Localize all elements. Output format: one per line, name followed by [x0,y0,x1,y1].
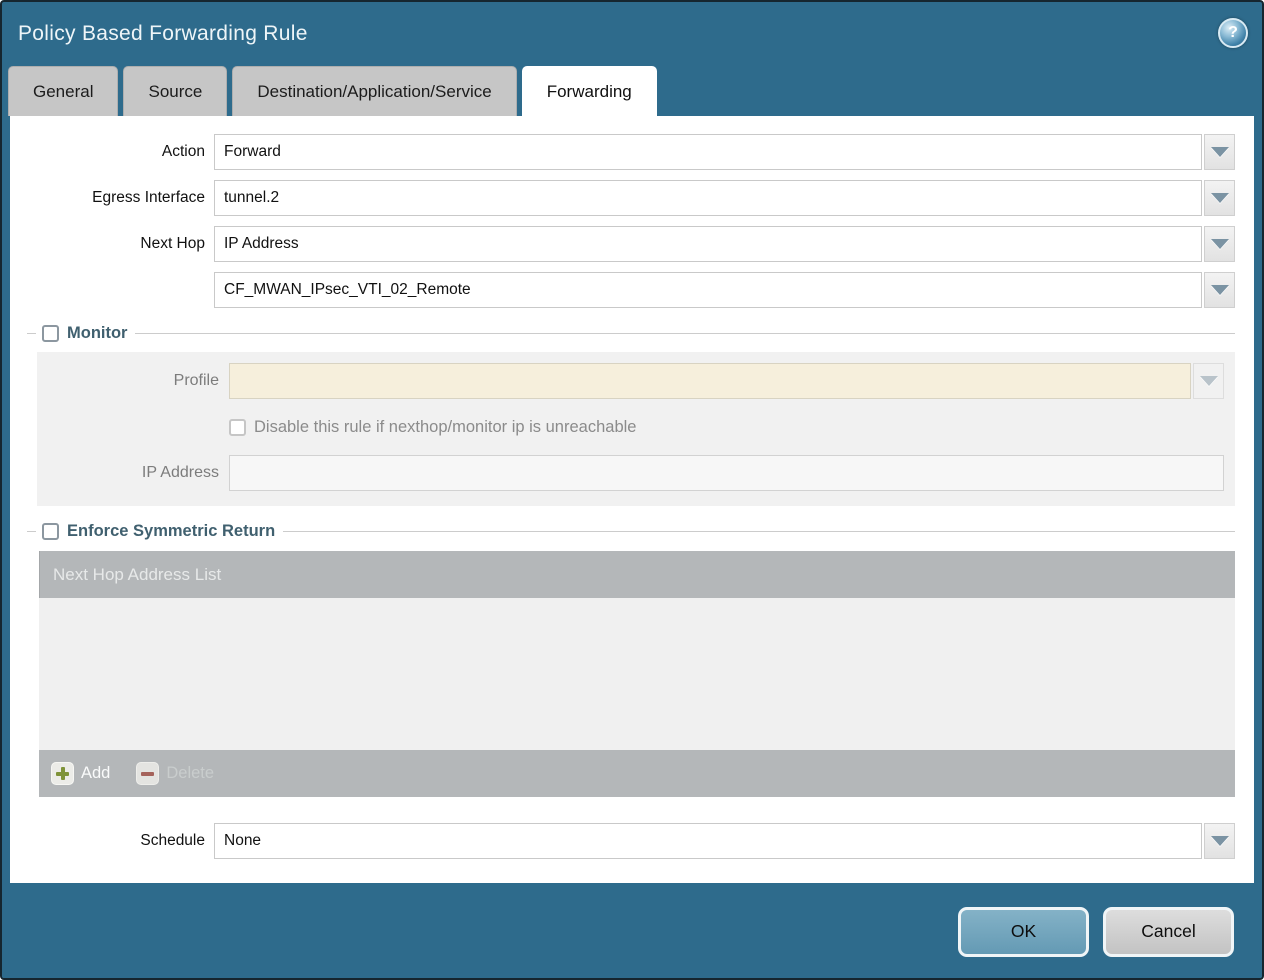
next-hop-row: Next Hop IP Address [10,226,1254,262]
next-hop-address-table: Next Hop Address List Add Delete [39,551,1235,797]
egress-interface-row: Egress Interface tunnel.2 [10,180,1254,216]
minus-icon [136,762,159,785]
tab-general[interactable]: General [8,66,118,116]
next-hop-address-row: CF_MWAN_IPsec_VTI_02_Remote [10,272,1254,308]
dialog-title: Policy Based Forwarding Rule [18,22,308,46]
next-hop-address-dropdown-button[interactable] [1204,272,1235,308]
next-hop-type-select[interactable]: IP Address [214,226,1202,262]
dialog-titlebar: Policy Based Forwarding Rule ? [2,2,1262,66]
monitor-legend: Monitor [27,324,1235,343]
tab-strip: General Source Destination/Application/S… [2,66,1262,116]
add-button[interactable]: Add [51,762,110,785]
enforce-symmetric-return-section: Enforce Symmetric Return Next Hop Addres… [27,522,1235,797]
egress-interface-dropdown-button[interactable] [1204,180,1235,216]
tab-source[interactable]: Source [123,66,227,116]
next-hop-address-table-body[interactable] [39,598,1235,750]
monitor-panel: Profile Disable this rule if nexthop/mon… [37,352,1235,506]
chevron-down-icon [1211,193,1229,203]
action-row: Action Forward [10,134,1254,170]
next-hop-label: Next Hop [10,235,214,253]
action-select[interactable]: Forward [214,134,1202,170]
next-hop-address-table-header: Next Hop Address List [39,551,1235,598]
delete-button: Delete [136,762,214,785]
action-dropdown-button[interactable] [1204,134,1235,170]
profile-select [229,363,1191,399]
divider [27,531,36,532]
next-hop-address-select[interactable]: CF_MWAN_IPsec_VTI_02_Remote [214,272,1202,308]
schedule-label: Schedule [10,832,214,850]
chevron-down-icon [1211,147,1229,157]
schedule-dropdown-button[interactable] [1204,823,1235,859]
chevron-down-icon [1211,285,1229,295]
schedule-row: Schedule None [10,823,1254,859]
chevron-down-icon [1211,239,1229,249]
help-icon[interactable]: ? [1218,18,1248,48]
egress-interface-label: Egress Interface [10,189,214,207]
disable-rule-checkbox [229,419,246,436]
monitor-legend-label: Monitor [67,324,127,343]
pbf-rule-dialog: Policy Based Forwarding Rule ? General S… [0,0,1264,980]
plus-icon [51,762,74,785]
monitor-ip-input [229,455,1224,491]
egress-interface-select[interactable]: tunnel.2 [214,180,1202,216]
forwarding-tab-panel: Action Forward Egress Interface tunnel.2… [10,116,1254,883]
profile-dropdown-button [1193,363,1224,399]
monitor-checkbox[interactable] [42,325,59,342]
monitor-ip-label: IP Address [37,464,229,482]
next-hop-dropdown-button[interactable] [1204,226,1235,262]
monitor-section: Monitor Profile Disable this rule if nex… [27,324,1235,506]
disable-rule-label: Disable this rule if nexthop/monitor ip … [254,418,636,437]
ok-button[interactable]: OK [958,907,1089,957]
disable-rule-row: Disable this rule if nexthop/monitor ip … [229,411,1224,443]
profile-label: Profile [37,372,229,390]
delete-button-label: Delete [166,764,214,783]
enforce-symmetric-return-legend-label: Enforce Symmetric Return [67,522,275,541]
divider [135,333,1235,334]
divider [283,531,1235,532]
chevron-down-icon [1211,836,1229,846]
schedule-select[interactable]: None [214,823,1202,859]
tab-destination-application-service[interactable]: Destination/Application/Service [232,66,516,116]
action-label: Action [10,143,214,161]
dialog-footer: OK Cancel [2,885,1262,978]
enforce-symmetric-return-legend: Enforce Symmetric Return [27,522,1235,541]
next-hop-address-table-toolbar: Add Delete [39,750,1235,797]
divider [27,333,36,334]
cancel-button[interactable]: Cancel [1103,907,1234,957]
tab-forwarding[interactable]: Forwarding [522,66,657,116]
monitor-ip-row: IP Address [37,455,1224,491]
profile-row: Profile [37,363,1224,399]
enforce-symmetric-return-checkbox[interactable] [42,523,59,540]
chevron-down-icon [1200,376,1218,386]
add-button-label: Add [81,764,110,783]
